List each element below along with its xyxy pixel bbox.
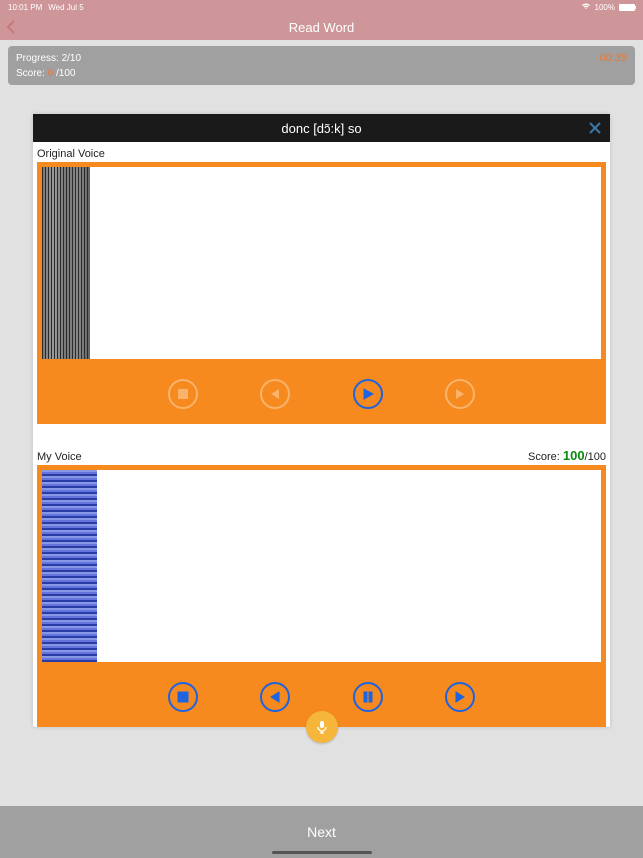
word-card: donc [dɔ̃:k] so Original Voice My Voice …	[33, 114, 610, 727]
next-label: Next	[307, 824, 336, 840]
battery-icon	[619, 4, 635, 11]
my-voice-score: Score: 100/100	[528, 448, 606, 463]
original-prev-button[interactable]	[260, 379, 290, 409]
original-play-button[interactable]	[353, 379, 383, 409]
wifi-icon	[581, 2, 591, 12]
word-title: donc [dɔ̃:k] so	[281, 121, 361, 136]
original-voice-label: Original Voice	[33, 142, 610, 162]
progress-value: 2/10	[62, 53, 81, 64]
score-label: Score:	[16, 68, 45, 79]
score-current: 0	[48, 68, 54, 79]
status-time: 10:01 PM	[8, 3, 42, 12]
original-next-button[interactable]	[445, 379, 475, 409]
info-bar: Progress: 2/10 00:39 Score: 0 /100	[8, 46, 635, 85]
page-title: Read Word	[289, 20, 355, 35]
status-bar: 10:01 PM Wed Jul 5 100%	[0, 0, 643, 14]
my-prev-button[interactable]	[260, 682, 290, 712]
original-controls	[37, 364, 606, 424]
my-score-label: Score:	[528, 451, 560, 463]
my-next-button[interactable]	[445, 682, 475, 712]
original-stop-button[interactable]	[168, 379, 198, 409]
score-total: /100	[56, 68, 75, 79]
my-voice-label: My Voice	[37, 451, 82, 463]
score-row: Score: 0 /100	[16, 68, 627, 79]
original-spectrogram-frame	[37, 162, 606, 364]
my-stop-button[interactable]	[168, 682, 198, 712]
progress-label: Progress:	[16, 53, 59, 64]
progress-text: Progress: 2/10	[16, 53, 81, 64]
card-header: donc [dɔ̃:k] so	[33, 114, 610, 142]
my-score-value: 100	[563, 448, 585, 463]
close-button[interactable]	[588, 114, 602, 142]
back-button[interactable]	[6, 14, 18, 40]
timer: 00:39	[599, 52, 627, 64]
my-pause-button[interactable]	[353, 682, 383, 712]
my-spectrogram	[42, 470, 601, 662]
nav-bar: Read Word	[0, 14, 643, 40]
record-button[interactable]	[306, 711, 338, 743]
battery-pct: 100%	[595, 3, 615, 12]
original-spectrogram	[42, 167, 601, 359]
my-spectrogram-frame	[37, 465, 606, 667]
status-date: Wed Jul 5	[48, 3, 83, 12]
home-indicator	[272, 851, 372, 854]
my-score-total: /100	[585, 451, 606, 463]
my-voice-header: My Voice Score: 100/100	[33, 442, 610, 465]
